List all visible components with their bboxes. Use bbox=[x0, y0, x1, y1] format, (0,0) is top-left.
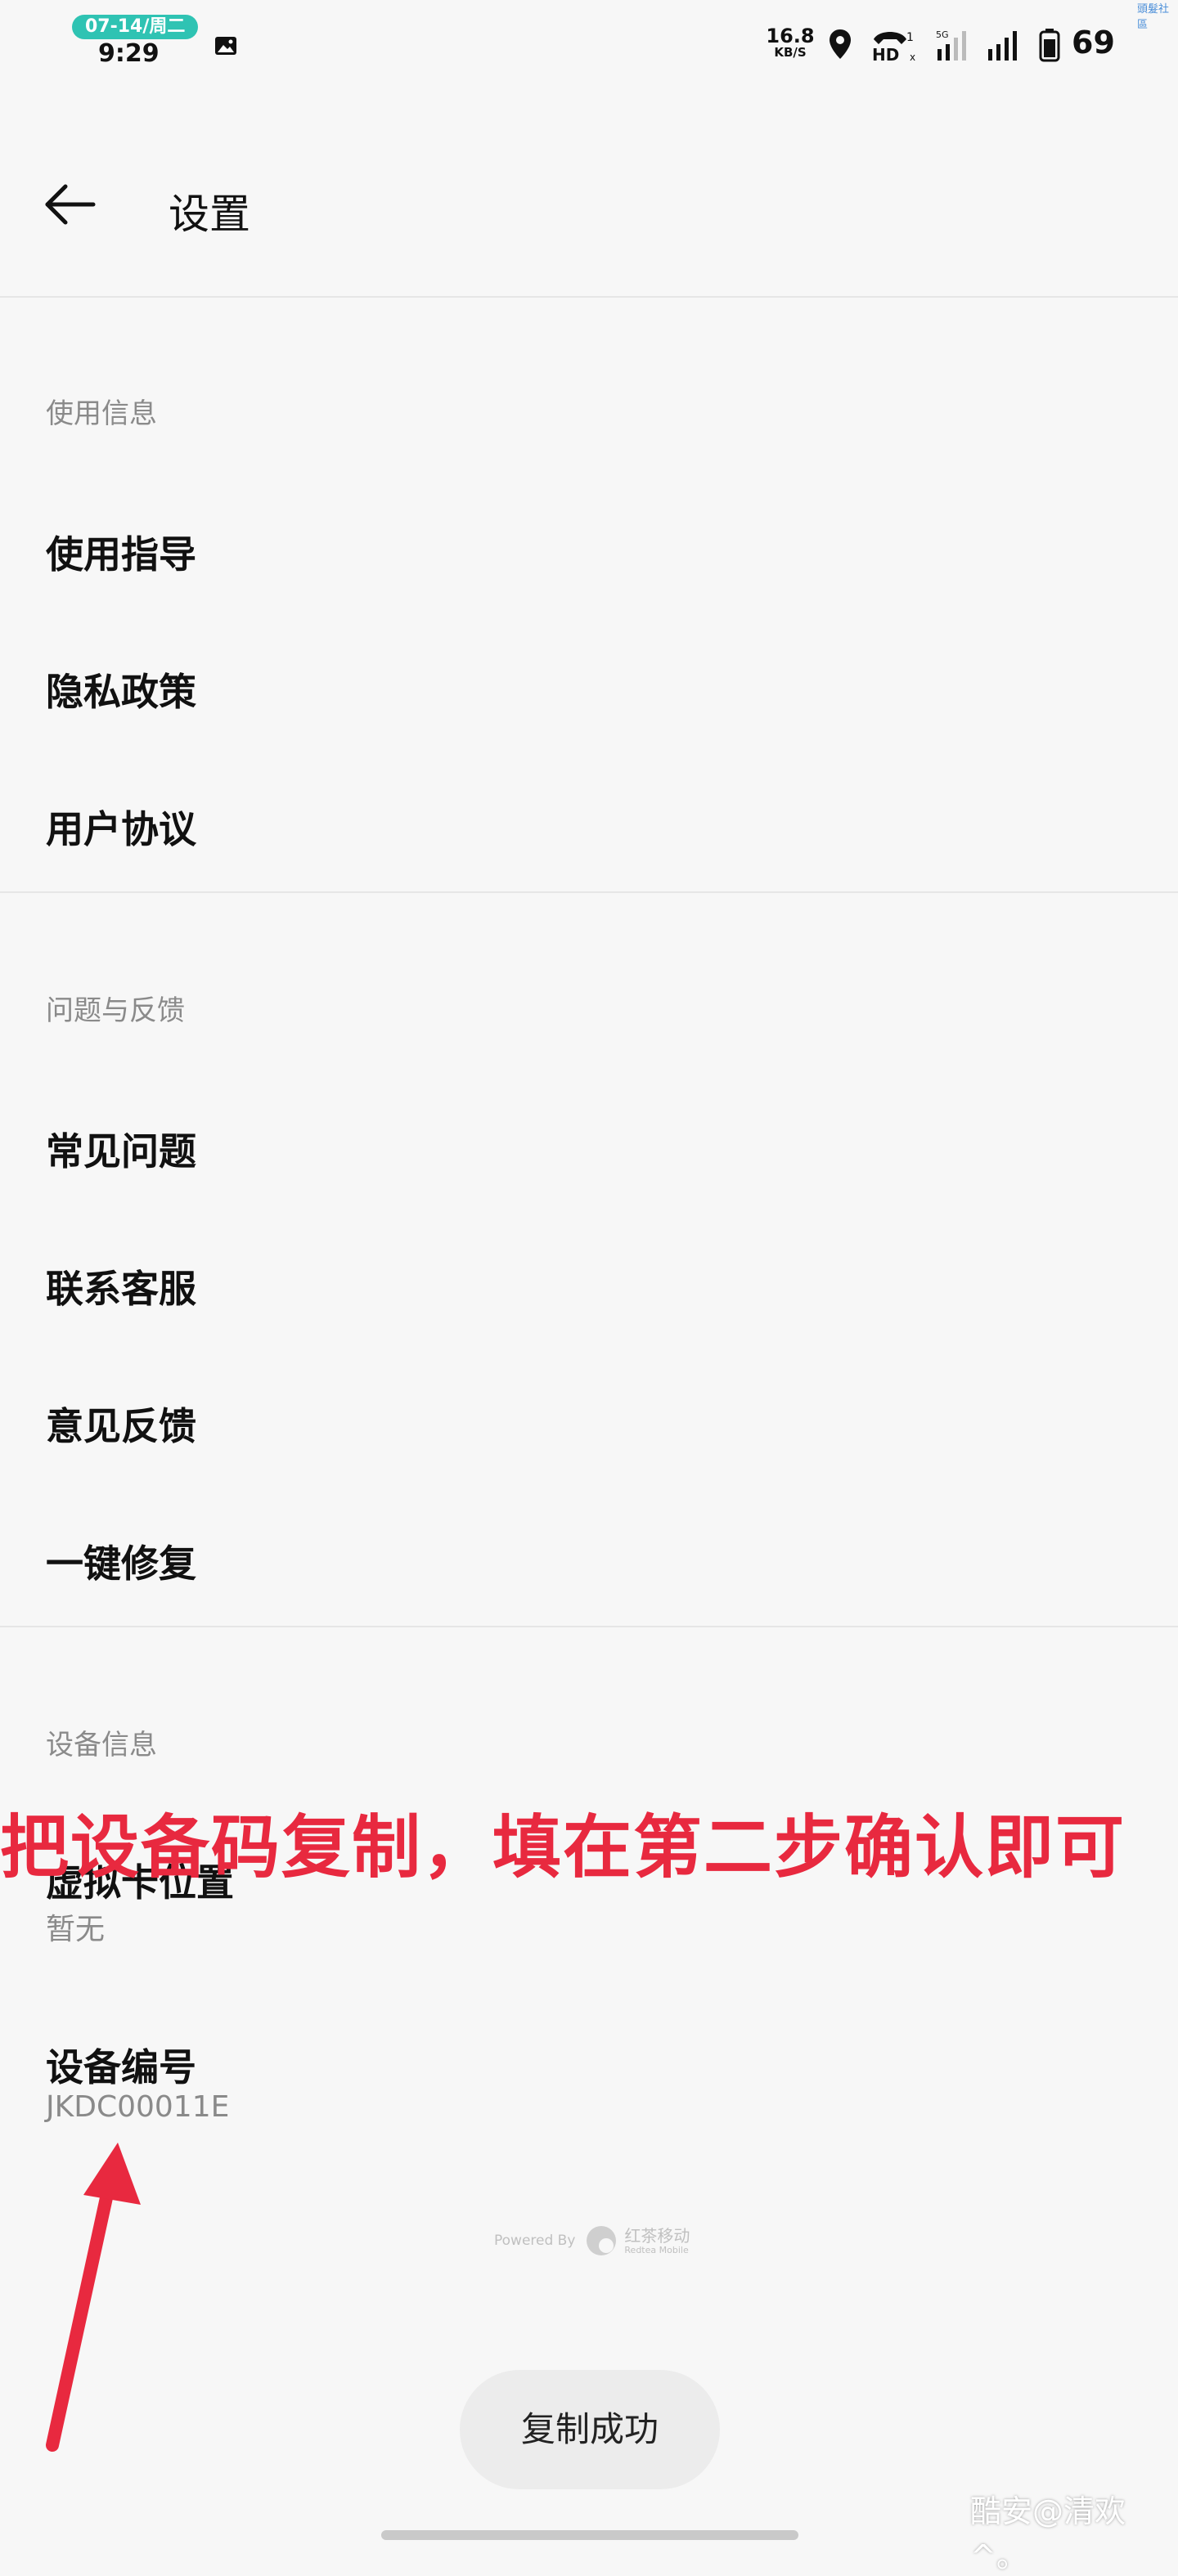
menu-item-one-click-repair[interactable]: 一键修复 bbox=[0, 1488, 1178, 1626]
battery-icon bbox=[1039, 29, 1060, 62]
powered-by: Powered By 红茶移动 Redtea Mobile bbox=[494, 2223, 690, 2259]
hd-call-icon: HD 1 x bbox=[872, 31, 915, 62]
home-indicator[interactable] bbox=[381, 2530, 798, 2540]
date-badge: 07-14/周二 bbox=[72, 15, 199, 39]
menu-item-device-id[interactable]: 设备编号 JKDC00011E bbox=[0, 2012, 1178, 2167]
menu-item-faq[interactable]: 常见问题 bbox=[0, 1076, 1178, 1214]
menu-item-label: 一键修复 bbox=[46, 1542, 196, 1586]
location-icon bbox=[830, 29, 851, 59]
section-divider bbox=[0, 891, 1178, 893]
brand-name: 红茶移动 bbox=[624, 2225, 690, 2246]
svg-text:5G: 5G bbox=[936, 29, 949, 40]
menu-item-feedback[interactable]: 意见反馈 bbox=[0, 1351, 1178, 1488]
network-speed: 16.8 KB/S bbox=[766, 26, 815, 59]
watermark: 酷安@清欢^。 bbox=[970, 2493, 1126, 2574]
menu-item-user-agreement[interactable]: 用户协议 bbox=[0, 754, 1178, 891]
network-speed-value: 16.8 bbox=[766, 25, 815, 47]
menu-item-label: 设备编号 bbox=[46, 2045, 196, 2089]
svg-text:1: 1 bbox=[906, 31, 914, 44]
menu-item-label: 使用指导 bbox=[46, 532, 196, 577]
menu-item-usage-guide[interactable]: 使用指导 bbox=[0, 479, 1178, 617]
powered-by-label: Powered By bbox=[494, 2233, 576, 2249]
back-arrow-icon bbox=[45, 184, 96, 225]
status-time: 9:29 bbox=[98, 39, 160, 68]
back-button[interactable] bbox=[41, 180, 106, 237]
menu-item-privacy-policy[interactable]: 隐私政策 bbox=[0, 617, 1178, 754]
battery-level: 69 bbox=[1072, 25, 1115, 61]
menu-item-label: 隐私政策 bbox=[46, 670, 196, 714]
svg-text:x: x bbox=[910, 52, 915, 62]
menu-item-contact-support[interactable]: 联系客服 bbox=[0, 1214, 1178, 1351]
menu-item-label: 联系客服 bbox=[46, 1267, 196, 1311]
network-speed-unit: KB/S bbox=[774, 45, 807, 60]
signal-icon bbox=[988, 31, 1017, 61]
signal-5g-icon: 5G bbox=[936, 29, 966, 61]
section-divider bbox=[0, 1626, 1178, 1627]
page-title: 设置 bbox=[169, 191, 250, 238]
menu-item-label: 用户协议 bbox=[46, 807, 196, 851]
gallery-icon bbox=[215, 37, 236, 55]
section-label-usage: 使用信息 bbox=[46, 397, 157, 430]
menu-item-label: 常见问题 bbox=[46, 1129, 196, 1174]
brand-subname: Redtea Mobile bbox=[624, 2244, 689, 2255]
header-divider bbox=[0, 296, 1178, 298]
section-label-device: 设备信息 bbox=[46, 1729, 157, 1761]
status-bar: 07-14/周二 9:29 16.8 KB/S HD 1 x 5G 69 頭髮社… bbox=[0, 0, 1178, 90]
device-id-value[interactable]: JKDC00011E bbox=[46, 2090, 229, 2124]
svg-text:HD: HD bbox=[872, 45, 899, 62]
annotation-text: 把设备码复制，填在第二步确认即可 bbox=[0, 1807, 1126, 1887]
corner-tag: 頭髮社區 bbox=[1137, 3, 1170, 31]
menu-item-value: 暂无 bbox=[46, 1913, 106, 1946]
redtea-logo-icon bbox=[587, 2226, 617, 2255]
annotation-arrow-icon bbox=[46, 2143, 141, 2452]
copy-success-toast: 复制成功 bbox=[460, 2370, 720, 2489]
menu-item-label: 意见反馈 bbox=[46, 1404, 196, 1448]
section-label-feedback: 问题与反馈 bbox=[46, 994, 185, 1027]
